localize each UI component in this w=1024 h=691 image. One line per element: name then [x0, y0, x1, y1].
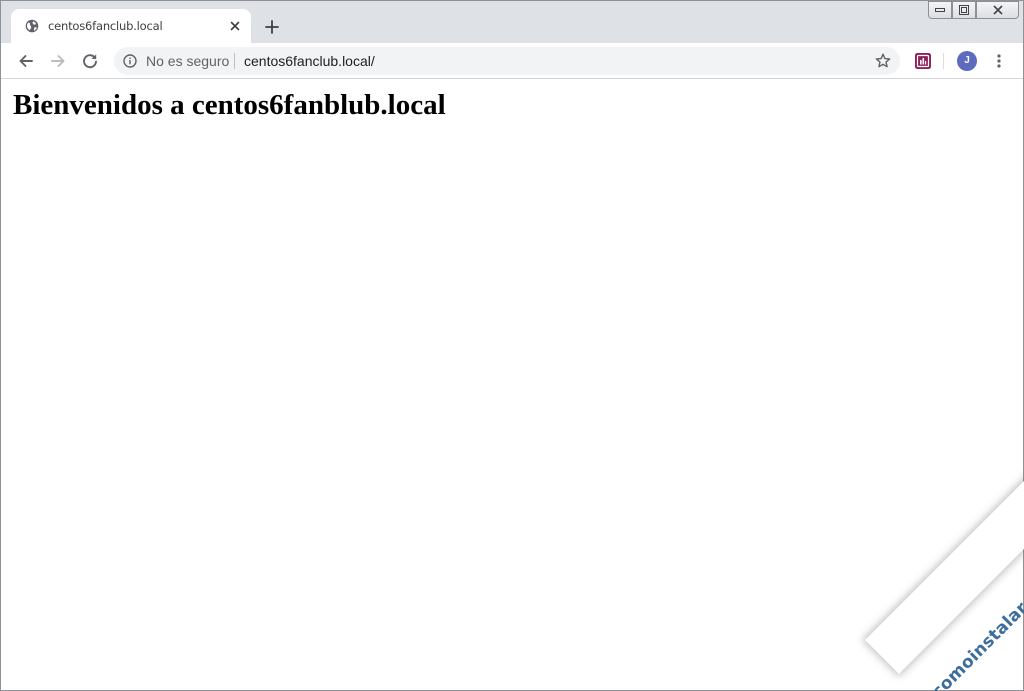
reload-button[interactable]: [80, 51, 100, 71]
url-text[interactable]: centos6fanclub.local/: [244, 53, 375, 69]
kebab-menu-icon[interactable]: [991, 51, 1007, 71]
close-icon: [992, 5, 1003, 15]
tab-title: centos6fanclub.local: [48, 19, 163, 33]
new-tab-button[interactable]: [263, 18, 281, 36]
security-status[interactable]: No es seguro: [146, 53, 229, 69]
profile-avatar[interactable]: J: [957, 51, 977, 71]
reload-icon: [83, 54, 97, 69]
toolbar-separator: [943, 53, 944, 69]
globe-icon: [25, 19, 39, 33]
arrow-right-icon: [51, 55, 65, 67]
browser-window: centos6fanclub.local No es seguro centos…: [0, 0, 1024, 691]
browser-toolbar: No es seguro centos6fanclub.local/ J: [1, 43, 1023, 79]
tab-strip: centos6fanclub.local: [1, 1, 1023, 43]
close-tab-icon[interactable]: [227, 18, 243, 34]
minimize-button[interactable]: [928, 1, 952, 19]
page-heading: Bienvenidos a centos6fanblub.local: [13, 89, 446, 121]
plus-icon: [265, 20, 279, 34]
close-window-button[interactable]: [976, 1, 1019, 19]
extension-icon[interactable]: [914, 52, 932, 70]
maximize-button[interactable]: [952, 1, 976, 19]
maximize-icon: [959, 5, 969, 15]
back-button[interactable]: [16, 51, 36, 71]
address-bar[interactable]: No es seguro centos6fanclub.local/: [114, 47, 900, 75]
star-icon[interactable]: [874, 52, 892, 70]
address-separator: [234, 53, 235, 69]
info-icon[interactable]: [123, 54, 137, 68]
page-viewport: Bienvenidos a centos6fanblub.local: [1, 80, 1023, 690]
tab-active[interactable]: centos6fanclub.local: [11, 9, 251, 43]
forward-button[interactable]: [48, 51, 68, 71]
arrow-left-icon: [19, 55, 33, 67]
minimize-icon: [935, 8, 945, 12]
